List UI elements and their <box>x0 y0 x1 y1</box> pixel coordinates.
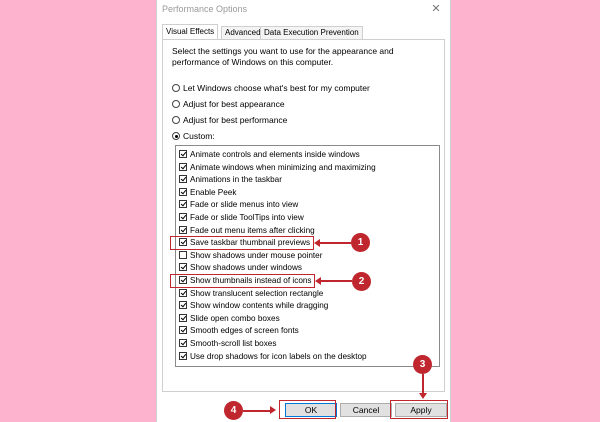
tab-visual-effects[interactable]: Visual Effects <box>162 24 219 39</box>
checkbox[interactable] <box>179 200 187 209</box>
effect-label: Fade or slide ToolTips into view <box>190 213 304 222</box>
effect-slide-combo-boxes[interactable]: Slide open combo boxes <box>179 313 280 324</box>
tab-data-execution-prevention[interactable]: Data Execution Prevention <box>260 26 363 39</box>
checkbox[interactable] <box>179 225 187 234</box>
highlight-apply-button <box>390 400 448 419</box>
highlight-save-thumbnail-previews <box>170 236 314 250</box>
close-icon[interactable]: ✕ <box>425 0 447 18</box>
effect-label: Show shadows under windows <box>190 263 302 273</box>
arrow-line <box>422 374 424 394</box>
visual-effects-panel: Select the settings you want to use for … <box>162 39 445 392</box>
effect-label: Animate windows when minimizing and maxi… <box>190 162 376 172</box>
arrow-line <box>319 242 351 244</box>
effect-label: Smooth edges of screen fonts <box>190 326 299 336</box>
effect-window-shadows[interactable]: Show shadows under windows <box>179 262 302 273</box>
checkbox[interactable] <box>179 263 187 272</box>
radio-best-appearance[interactable]: Adjust for best appearance <box>172 98 285 110</box>
performance-options-dialog: Performance Options ✕ Visual Effects Adv… <box>156 0 451 422</box>
effect-translucent-selection[interactable]: Show translucent selection rectangle <box>179 288 323 299</box>
step-3-badge: 3 <box>413 355 432 374</box>
effect-fade-menu-items[interactable]: Fade out menu items after clicking <box>179 225 315 236</box>
intro-text: Select the settings you want to use for … <box>172 46 394 67</box>
checkbox[interactable] <box>179 187 187 196</box>
arrow-line <box>320 280 352 282</box>
checkbox[interactable] <box>179 339 187 347</box>
checkbox[interactable] <box>179 250 187 259</box>
checkbox[interactable] <box>179 213 187 221</box>
effect-smooth-scroll[interactable]: Smooth-scroll list boxes <box>179 338 276 349</box>
effect-label: Use drop shadows for icon labels on the … <box>190 351 367 361</box>
radio-button-selected[interactable] <box>172 132 180 140</box>
radio-button[interactable] <box>172 116 180 124</box>
radio-custom[interactable]: Custom: <box>172 130 215 142</box>
radio-best-performance[interactable]: Adjust for best performance <box>172 114 287 126</box>
effect-label: Smooth-scroll list boxes <box>190 339 277 348</box>
effect-label: Show window contents while dragging <box>190 301 329 311</box>
tab-advanced[interactable]: Advanced <box>221 26 265 39</box>
step-4-badge: 4 <box>224 401 243 420</box>
radio-button[interactable] <box>172 100 180 108</box>
effect-animate-windows[interactable]: Animate windows when minimizing and maxi… <box>179 162 376 173</box>
radio-let-windows-choose[interactable]: Let Windows choose what's best for my co… <box>172 82 370 94</box>
radio-label: Let Windows choose what's best for my co… <box>183 83 370 93</box>
radio-button[interactable] <box>172 84 180 92</box>
checkbox[interactable] <box>179 162 187 171</box>
effect-enable-peek[interactable]: Enable Peek <box>179 187 236 198</box>
effect-contents-while-dragging[interactable]: Show window contents while dragging <box>179 300 328 311</box>
radio-label: Adjust for best appearance <box>183 99 285 109</box>
arrow-head-right <box>270 406 276 414</box>
effect-label: Enable Peek <box>190 187 237 197</box>
effect-fade-menus[interactable]: Fade or slide menus into view <box>179 199 298 210</box>
effect-label: Show translucent selection rectangle <box>190 288 324 298</box>
checkbox[interactable] <box>179 351 187 360</box>
effect-taskbar-animations[interactable]: Animations in the taskbar <box>179 174 282 185</box>
checkbox[interactable] <box>179 301 187 310</box>
title-bar: Performance Options ✕ <box>157 0 450 20</box>
radio-label: Adjust for best performance <box>183 115 288 125</box>
highlight-show-thumbnails <box>170 274 315 288</box>
effect-label: Slide open combo boxes <box>190 313 280 323</box>
effect-label: Show shadows under mouse pointer <box>190 250 323 260</box>
step-2-badge: 2 <box>352 272 371 291</box>
effect-mouse-shadows[interactable]: Show shadows under mouse pointer <box>179 250 322 261</box>
cancel-button[interactable]: Cancel <box>340 403 392 417</box>
arrow-head-down <box>419 393 427 399</box>
checkbox[interactable] <box>179 150 187 158</box>
window-title: Performance Options <box>162 4 248 14</box>
checkbox[interactable] <box>179 288 187 297</box>
checkbox[interactable] <box>179 313 187 322</box>
effects-checklist[interactable]: Animate controls and elements inside win… <box>175 145 440 367</box>
effect-smooth-fonts[interactable]: Smooth edges of screen fonts <box>179 325 299 336</box>
effect-animate-controls[interactable]: Animate controls and elements inside win… <box>179 149 360 160</box>
checkbox[interactable] <box>179 175 187 184</box>
step-1-badge: 1 <box>351 233 370 252</box>
radio-label: Custom: <box>183 131 215 141</box>
effect-label: Fade out menu items after clicking <box>190 225 315 235</box>
effect-label: Animations in the taskbar <box>190 175 282 185</box>
arrow-line <box>243 410 270 412</box>
effect-label: Fade or slide menus into view <box>190 200 299 210</box>
effect-fade-tooltips[interactable]: Fade or slide ToolTips into view <box>179 212 304 223</box>
checkbox[interactable] <box>179 326 187 335</box>
highlight-ok-button <box>279 400 336 419</box>
effect-drop-shadows-icons[interactable]: Use drop shadows for icon labels on the … <box>179 351 367 362</box>
effect-label: Animate controls and elements inside win… <box>190 150 360 159</box>
